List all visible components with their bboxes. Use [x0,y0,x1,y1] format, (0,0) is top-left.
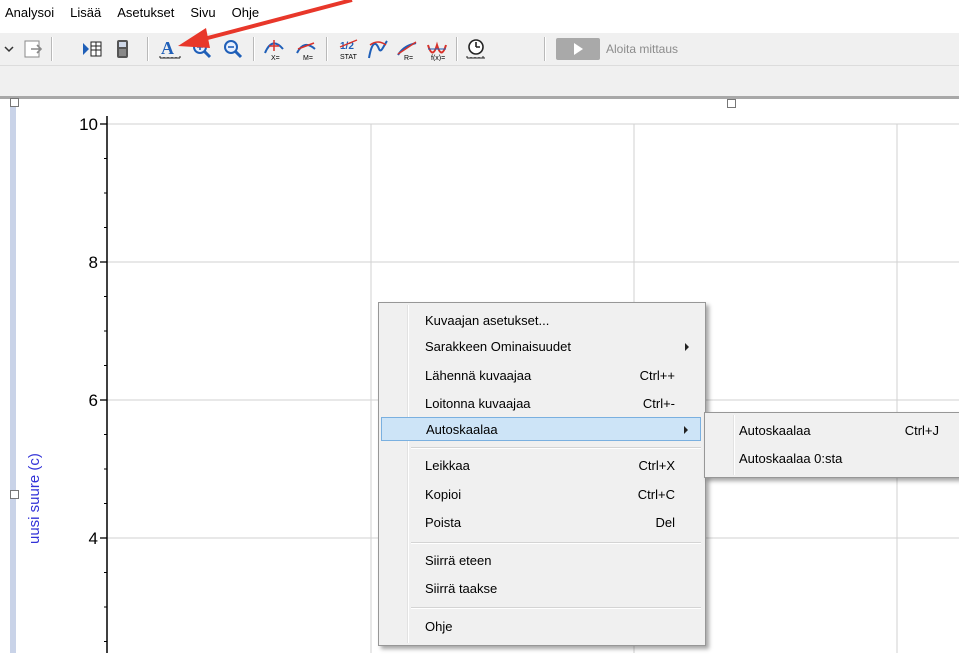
menu-divider [411,542,701,544]
zoom-out-icon[interactable] [221,37,245,61]
autoscale-submenu: Autoskaalaa Ctrl+J Autoskaalaa 0:sta [704,412,959,478]
y-tick-label: 10 [79,115,98,134]
submenu-item-autoscale-from-zero[interactable]: Autoskaalaa 0:sta [707,447,957,471]
menu-item-cut[interactable]: Leikkaa Ctrl+X [381,454,701,478]
submenu-arrow-icon [684,426,688,434]
autoscale-icon[interactable]: A [158,37,182,61]
menu-bar: Analysoi Lisää Asetukset Sivu Ohje [0,0,959,26]
svg-text:X=: X= [271,55,280,61]
toolbar-separator [456,37,458,61]
menu-item-bring-forward[interactable]: Siirrä eteen [381,549,701,573]
y-tick-label: 4 [89,529,98,548]
menu-item-shortcut: Ctrl+J [904,423,939,438]
menu-item-label: Ohje [425,619,453,634]
y-axis-label: uusi suure (c) [26,453,43,544]
play-icon [556,38,600,60]
menu-item-shortcut: Ctrl++ [639,368,675,383]
menu-item-autoscale[interactable]: Autoskaalaa [381,417,701,441]
y-tick-label: 8 [89,253,98,272]
timer-icon[interactable] [464,37,488,61]
svg-text:A: A [161,38,174,58]
toolbar-separator [147,37,149,61]
toolbar-separator [544,37,546,61]
menu-item-label: Loitonna kuvaajaa [425,396,531,411]
menu-item-label: Lähennä kuvaajaa [425,368,532,383]
menu-divider [411,607,701,609]
menu-item-zoom-in[interactable]: Lähennä kuvaajaa Ctrl++ [381,364,701,388]
y-tick-label: 6 [89,391,98,410]
menu-analysoi[interactable]: Analysoi [0,0,62,26]
menu-item-label: Siirrä taakse [425,581,498,596]
device-icon[interactable] [110,37,134,61]
menu-item-label: Autoskaalaa [426,422,498,437]
menu-asetukset[interactable]: Asetukset [109,0,182,26]
statistics-icon[interactable]: 1/2 STAT [337,37,361,61]
menu-item-help[interactable]: Ohje [381,615,701,639]
menu-item-delete[interactable]: Poista Del [381,511,701,535]
menu-item-label: Sarakkeen Ominaisuudet [425,339,571,354]
integral-fit-icon[interactable]: f(x)= [425,37,449,61]
menu-item-send-backward[interactable]: Siirrä taakse [381,577,701,601]
data-browser-icon[interactable] [80,37,104,61]
menu-sivu[interactable]: Sivu [182,0,223,26]
svg-text:f(x)=: f(x)= [431,55,445,61]
menu-item-label: Poista [425,515,462,530]
start-measurement-button[interactable]: Aloita mittaus [556,35,754,63]
svg-text:STAT: STAT [340,54,358,61]
zoom-in-icon[interactable] [190,37,214,61]
menu-item-label: Autoskaalaa 0:sta [739,451,843,466]
context-menu: Kuvaajan asetukset... Sarakkeen Ominaisu… [378,302,706,646]
linear-fit-icon[interactable]: R= [395,37,419,61]
toolbar-separator [253,37,255,61]
svg-text:R=: R= [404,55,413,61]
menu-item-label: Leikkaa [425,458,470,473]
y-axis-label-wrap: uusi suure (c) [20,360,50,580]
menu-item-shortcut: Ctrl+- [642,396,675,411]
toolbar-strip [0,66,959,96]
toolbar-separator [51,37,53,61]
curve-fit-icon[interactable] [366,37,390,61]
menu-item-label: Kopioi [425,487,462,502]
menu-item-shortcut: Ctrl+X [638,458,675,473]
dropdown-chevron-icon[interactable] [2,37,16,61]
menu-item-copy[interactable]: Kopioi Ctrl+C [381,483,701,507]
menu-item-column-properties[interactable]: Sarakkeen Ominaisuudet [381,335,701,359]
menu-item-label: Autoskaalaa [739,423,811,438]
import-arrow-icon[interactable] [22,37,46,61]
menu-item-label: Siirrä eteen [425,553,492,568]
svg-text:M=: M= [303,55,313,61]
start-measurement-label: Aloita mittaus [606,42,679,56]
menu-item-shortcut: Ctrl+C [637,487,675,502]
menu-divider [411,447,701,449]
menu-item-label: Kuvaajan asetukset... [425,313,550,328]
menu-ohje[interactable]: Ohje [224,0,267,26]
toolbar: A X= M= 1/2 STAT R= f(x)= Aloita mittaus [0,33,959,66]
menu-item-graph-settings[interactable]: Kuvaajan asetukset... [381,309,701,333]
menu-lisaa[interactable]: Lisää [62,0,109,26]
menu-item-shortcut: Del [655,515,675,530]
submenu-arrow-icon [685,343,689,351]
submenu-item-autoscale[interactable]: Autoskaalaa Ctrl+J [707,419,957,443]
examine-icon[interactable]: X= [262,37,286,61]
menu-item-zoom-out[interactable]: Loitonna kuvaajaa Ctrl+- [381,392,701,416]
tangent-icon[interactable]: M= [294,37,318,61]
toolbar-separator [326,37,328,61]
